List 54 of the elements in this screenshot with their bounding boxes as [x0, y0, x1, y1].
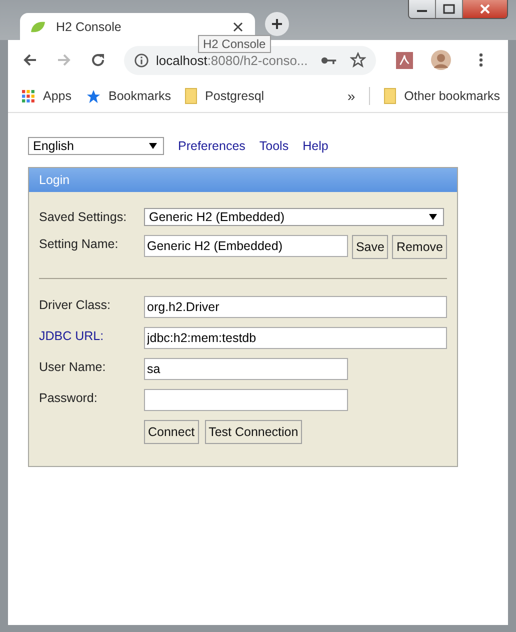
- bookmark[interactable]: Apps: [22, 89, 72, 103]
- form-button[interactable]: Remove: [392, 235, 447, 259]
- key-icon[interactable]: [321, 56, 337, 64]
- star-icon: [86, 88, 100, 104]
- bookmark[interactable]: Postgresql: [185, 88, 264, 104]
- folder-icon: [384, 88, 396, 104]
- url-host: localhost: [156, 52, 208, 68]
- info-icon: [134, 52, 149, 68]
- bookmark[interactable]: Bookmarks: [86, 88, 172, 104]
- tab-title: H2 Console: [56, 20, 122, 34]
- field-label: Password:: [39, 390, 98, 405]
- avatar[interactable]: [431, 50, 451, 70]
- back-icon[interactable]: [22, 52, 38, 68]
- field-label: Driver Class:: [39, 297, 112, 312]
- language-select[interactable]: English: [28, 137, 164, 155]
- overflow-chevron[interactable]: »: [347, 88, 356, 104]
- close-button[interactable]: [463, 0, 507, 18]
- tooltip: H2 Console: [198, 35, 271, 53]
- maximize-icon: [443, 4, 455, 14]
- field-label: Setting Name:: [39, 236, 120, 251]
- maximize-button[interactable]: [436, 0, 463, 18]
- input-field[interactable]: [144, 389, 348, 411]
- close-icon[interactable]: [233, 22, 243, 32]
- field-label-link[interactable]: JDBC URL:: [39, 327, 140, 343]
- plus-icon: [271, 18, 283, 30]
- apps-grid-icon: [22, 90, 35, 102]
- input-field[interactable]: org.h2.Driver: [144, 296, 447, 318]
- setting-name-field[interactable]: Generic H2 (Embedded): [144, 235, 348, 257]
- nav-link[interactable]: Tools: [259, 139, 289, 153]
- nav-link[interactable]: Preferences: [178, 139, 246, 153]
- panel-header: Login: [29, 168, 457, 192]
- minimize-button[interactable]: [409, 0, 436, 18]
- saved-settings-select[interactable]: Generic H2 (Embedded): [144, 208, 444, 226]
- browser-tab[interactable]: H2 Console: [20, 13, 255, 40]
- nav-link[interactable]: Help: [302, 139, 328, 153]
- dropdown-arrow-icon: [429, 214, 437, 220]
- menu-icon[interactable]: [479, 52, 483, 68]
- form-button[interactable]: Save: [352, 235, 388, 259]
- pdf-extension-icon[interactable]: [396, 52, 413, 68]
- input-field[interactable]: jdbc:h2:mem:testdb: [144, 327, 447, 349]
- url-path: :8080/h2-conso...: [207, 52, 308, 68]
- input-field[interactable]: sa: [144, 358, 348, 380]
- dropdown-arrow-icon: [149, 143, 157, 149]
- reload-icon[interactable]: [90, 52, 106, 68]
- field-label: Saved Settings:: [39, 209, 128, 224]
- new-tab-button[interactable]: [265, 12, 289, 36]
- other-bookmarks[interactable]: Other bookmarks: [384, 88, 500, 104]
- folder-icon: [185, 88, 198, 104]
- form-button[interactable]: Test Connection: [204, 420, 302, 444]
- leaf-icon: [30, 20, 46, 32]
- form-button[interactable]: Connect: [144, 420, 199, 444]
- field-label: User Name:: [39, 359, 107, 374]
- star-icon[interactable]: [350, 52, 366, 68]
- close-icon: [480, 4, 490, 14]
